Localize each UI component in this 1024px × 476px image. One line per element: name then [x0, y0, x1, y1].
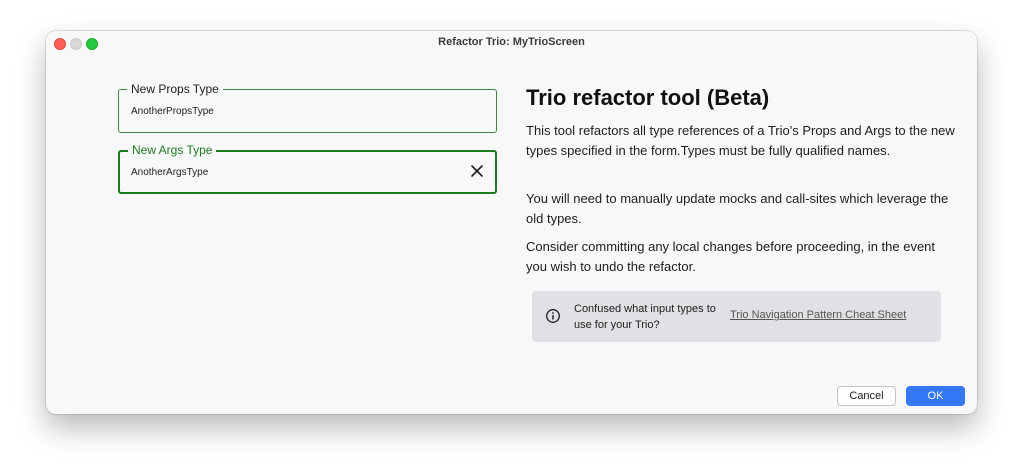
args-type-label: New Args Type	[128, 142, 217, 158]
help-title: Trio refactor tool (Beta)	[526, 85, 770, 110]
help-paragraph-description: This tool refactors all type references …	[526, 123, 955, 158]
props-type-label: New Props Type	[127, 81, 223, 97]
ok-button[interactable]: OK	[906, 386, 965, 406]
args-type-input[interactable]: AnotherArgsType	[131, 167, 208, 178]
help-paragraph-commit: Consider committing any local changes be…	[526, 239, 936, 274]
help-paragraph-mocks: You will need to manually update mocks a…	[526, 191, 949, 226]
cheat-sheet-link[interactable]: Trio Navigation Pattern Cheat Sheet	[730, 309, 906, 321]
close-icon[interactable]	[469, 163, 485, 179]
props-type-input[interactable]: AnotherPropsType	[131, 106, 214, 117]
window-title: Refactor Trio: MyTrioScreen	[438, 36, 585, 48]
title-bar: Refactor Trio: MyTrioScreen	[46, 31, 977, 55]
info-box: Confused what input types to use for you…	[532, 291, 941, 342]
refactor-dialog: Refactor Trio: MyTrioScreen New Props Ty…	[46, 31, 977, 414]
args-type-field[interactable]: New Args Type AnotherArgsType	[118, 142, 497, 194]
props-type-field[interactable]: New Props Type AnotherPropsType	[118, 81, 497, 133]
cancel-button[interactable]: Cancel	[837, 386, 896, 406]
info-icon	[545, 308, 561, 324]
info-question: Confused what input types to use for you…	[574, 303, 716, 331]
